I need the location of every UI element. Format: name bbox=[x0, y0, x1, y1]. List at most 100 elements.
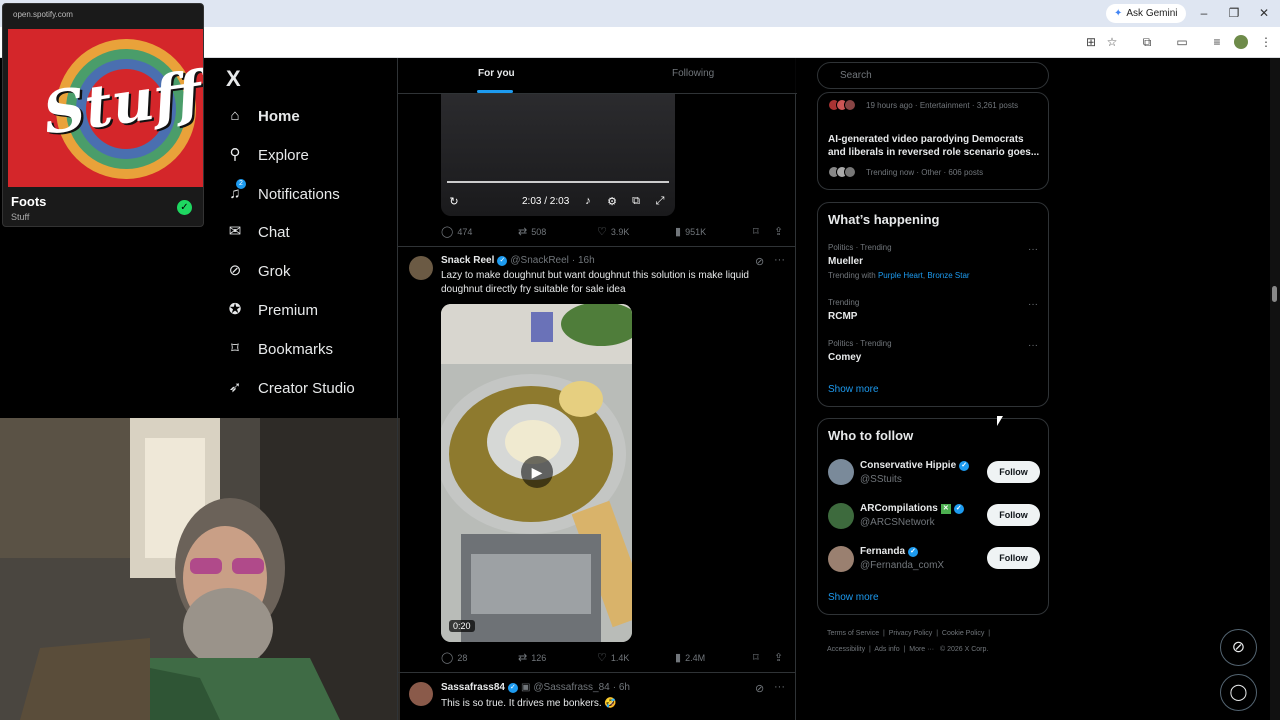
verified-icon: ✓ bbox=[953, 503, 964, 514]
more-icon[interactable]: ··· bbox=[774, 681, 785, 693]
nav-explore[interactable]: ⚲ Explore bbox=[226, 142, 309, 168]
grok-icon[interactable]: ⊘ bbox=[755, 255, 764, 268]
gemini-icon: ✦ bbox=[1114, 8, 1123, 19]
play-icon[interactable]: ▶ bbox=[521, 456, 553, 488]
nav-creator-studio[interactable]: ➶ Creator Studio bbox=[226, 375, 355, 401]
repost-button[interactable]: ⇄ 126 bbox=[518, 651, 546, 664]
profile-avatar[interactable] bbox=[1234, 35, 1248, 49]
trend-name[interactable]: Comey bbox=[828, 352, 861, 363]
footer-ads[interactable]: Ads info bbox=[874, 646, 899, 653]
nav-bookmarks[interactable]: ⌑ Bookmarks bbox=[226, 336, 333, 362]
trend-name[interactable]: RCMP bbox=[828, 311, 857, 322]
account-name[interactable]: Conservative Hippie ✓ bbox=[860, 460, 970, 471]
account-handle[interactable]: @Fernanda_comX bbox=[860, 560, 944, 571]
account-name[interactable]: ARCompilations ✕ ✓ bbox=[860, 503, 964, 514]
repost-button[interactable]: ⇄ 508 bbox=[518, 225, 546, 238]
messages-fab-button[interactable]: ◯ bbox=[1220, 674, 1257, 711]
post-time[interactable]: · 6h bbox=[613, 682, 630, 693]
trend-meta: 19 hours ago · Entertainment · 3,261 pos… bbox=[866, 101, 1019, 110]
grok-icon[interactable]: ⊘ bbox=[755, 682, 764, 695]
tab-for-you[interactable]: For you bbox=[478, 68, 515, 79]
author-name[interactable]: Sassafrass84 bbox=[441, 682, 505, 693]
avatar[interactable] bbox=[828, 546, 854, 572]
extensions-icon[interactable]: ⧉ bbox=[1139, 34, 1155, 50]
views-button[interactable]: ▮ 2.4M bbox=[675, 651, 705, 664]
share-button[interactable]: ⇪ bbox=[774, 651, 783, 664]
cast-icon[interactable]: ▭ bbox=[1174, 34, 1190, 50]
video-progress-bar[interactable] bbox=[447, 181, 669, 183]
follow-button[interactable]: Follow bbox=[987, 547, 1040, 569]
nav-premium[interactable]: ✪ Premium bbox=[226, 297, 318, 323]
webcam-overlay bbox=[0, 418, 400, 720]
rocket-icon: ➶ bbox=[228, 379, 242, 396]
bookmark-button[interactable]: ⌑ bbox=[753, 651, 759, 664]
nav-home[interactable]: ⌂ Home bbox=[226, 103, 299, 129]
reply-button[interactable]: ◯ 474 bbox=[441, 225, 472, 238]
reply-button[interactable]: ◯ 28 bbox=[441, 651, 467, 664]
follow-button[interactable]: Follow bbox=[987, 461, 1040, 483]
media-controls-icon[interactable]: ≡ bbox=[1209, 34, 1225, 50]
x-logo[interactable]: X bbox=[226, 66, 241, 92]
video-player[interactable]: ▶ 0:20 bbox=[441, 304, 632, 642]
post-time[interactable]: · 16h bbox=[572, 255, 595, 266]
trend-name[interactable]: Mueller bbox=[828, 256, 863, 267]
minimize-icon[interactable]: – bbox=[1196, 5, 1212, 21]
bookmark-star-icon[interactable]: ☆ bbox=[1104, 34, 1120, 50]
notification-badge: 2 bbox=[236, 179, 246, 189]
spotify-mini-player[interactable]: open.spotify.com Stuff Foots Stuff ✓ bbox=[2, 3, 204, 227]
account-handle[interactable]: @SStuits bbox=[860, 474, 902, 485]
avatar[interactable] bbox=[409, 256, 433, 280]
more-icon[interactable]: ··· bbox=[1028, 244, 1038, 255]
more-icon[interactable]: ··· bbox=[1028, 340, 1038, 351]
who-to-follow-card: Who to follow Conservative Hippie ✓ @SStu… bbox=[817, 418, 1049, 615]
like-button[interactable]: ♡ 1.4K bbox=[597, 651, 629, 664]
author-handle[interactable]: @Sassafrass_84 bbox=[533, 682, 609, 693]
footer-more[interactable]: More ··· bbox=[909, 646, 934, 653]
nav-grok[interactable]: ⊘ Grok bbox=[226, 258, 291, 284]
ask-gemini-button[interactable]: ✦ Ask Gemini bbox=[1106, 4, 1186, 23]
author-name[interactable]: Snack Reel bbox=[441, 255, 494, 266]
fullscreen-icon[interactable]: ⤢ bbox=[653, 195, 667, 208]
share-button[interactable]: ⇪ bbox=[774, 225, 783, 238]
follow-button[interactable]: Follow bbox=[987, 504, 1040, 526]
more-icon[interactable]: ··· bbox=[1028, 299, 1038, 310]
bookmark-button[interactable]: ⌑ bbox=[753, 225, 759, 238]
grok-fab-button[interactable]: ⊘ bbox=[1220, 629, 1257, 666]
trend-headline[interactable]: AI-generated video parodying Democrats a… bbox=[828, 133, 1042, 159]
scrollbar[interactable] bbox=[1270, 58, 1280, 720]
pip-icon[interactable]: ⧉ bbox=[629, 195, 643, 208]
more-icon[interactable]: ··· bbox=[774, 254, 785, 266]
avatar[interactable] bbox=[828, 503, 854, 529]
avatar[interactable] bbox=[409, 682, 433, 706]
saved-check-icon[interactable]: ✓ bbox=[177, 200, 192, 215]
tab-following[interactable]: Following bbox=[672, 68, 714, 79]
avatar[interactable] bbox=[828, 459, 854, 485]
close-icon[interactable]: ✕ bbox=[1256, 5, 1272, 21]
timeline-tabs: For you Following bbox=[398, 58, 797, 94]
author-handle[interactable]: @SnackReel bbox=[510, 255, 569, 266]
verified-icon: ✓ bbox=[507, 682, 518, 693]
avatar bbox=[844, 166, 856, 178]
replay-icon[interactable]: ↻ bbox=[447, 195, 461, 208]
browser-menu-icon[interactable]: ⋮ bbox=[1258, 34, 1274, 50]
search-input[interactable]: Search bbox=[817, 62, 1049, 89]
footer-terms[interactable]: Terms of Service bbox=[827, 630, 879, 637]
volume-icon[interactable]: ♪ bbox=[581, 195, 595, 207]
footer-accessibility[interactable]: Accessibility bbox=[827, 646, 865, 653]
footer-cookie[interactable]: Cookie Policy bbox=[942, 630, 984, 637]
nav-notifications[interactable]: ♫ 2 Notifications bbox=[226, 179, 340, 207]
install-app-icon[interactable]: ⊞ bbox=[1083, 34, 1099, 50]
like-button[interactable]: ♡ 3.9K bbox=[597, 225, 629, 238]
views-button[interactable]: ▮ 951K bbox=[675, 225, 706, 238]
footer-privacy[interactable]: Privacy Policy bbox=[889, 630, 933, 637]
settings-icon[interactable]: ⚙ bbox=[605, 195, 619, 208]
scrollbar-thumb[interactable] bbox=[1272, 286, 1277, 302]
grok-icon: ⊘ bbox=[228, 262, 242, 279]
show-more-link[interactable]: Show more bbox=[828, 384, 879, 395]
account-handle[interactable]: @ARCSNetwork bbox=[860, 517, 935, 528]
restore-icon[interactable]: ❐ bbox=[1226, 5, 1242, 21]
account-name[interactable]: Fernanda ✓ bbox=[860, 546, 919, 557]
video-player[interactable]: ↻ 2:03 / 2:03 ♪ ⚙ ⧉ ⤢ bbox=[441, 94, 675, 216]
show-more-link[interactable]: Show more bbox=[828, 592, 879, 603]
nav-chat[interactable]: ✉ Chat bbox=[226, 219, 290, 245]
